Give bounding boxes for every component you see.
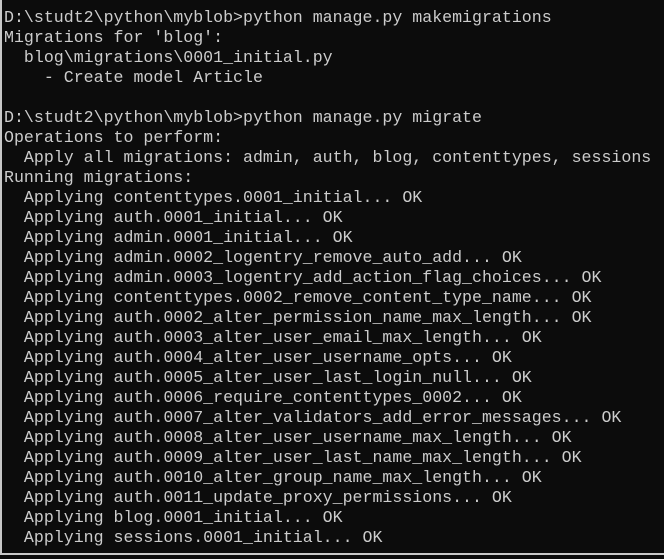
terminal-line: Applying auth.0009_alter_user_last_name_… — [4, 448, 582, 467]
terminal-line: Applying auth.0008_alter_user_username_m… — [4, 428, 572, 447]
terminal-line: D:\studt2\python\myblob>python manage.py… — [4, 8, 552, 27]
terminal-line: Applying admin.0003_logentry_add_action_… — [4, 268, 602, 287]
terminal-line: Apply all migrations: admin, auth, blog,… — [4, 148, 652, 167]
terminal-line: Applying contenttypes.0001_initial... OK — [4, 188, 423, 207]
terminal-line: Applying auth.0006_require_contenttypes_… — [4, 388, 522, 407]
terminal-line: Applying auth.0011_update_proxy_permissi… — [4, 488, 512, 507]
terminal-line: blog\migrations\0001_initial.py — [4, 48, 333, 67]
terminal-line: Applying admin.0002_logentry_remove_auto… — [4, 248, 522, 267]
terminal-line: Applying auth.0003_alter_user_email_max_… — [4, 328, 542, 347]
terminal-line: Applying auth.0004_alter_user_username_o… — [4, 348, 512, 367]
terminal-line: Applying auth.0010_alter_group_name_max_… — [4, 468, 542, 487]
terminal-line: Applying auth.0001_initial... OK — [4, 208, 343, 227]
terminal-line: Applying blog.0001_initial... OK — [4, 508, 343, 527]
terminal-line: D:\studt2\python\myblob>python manage.py… — [4, 108, 482, 127]
terminal-output[interactable]: D:\studt2\python\myblob>python manage.py… — [4, 8, 664, 548]
terminal-line: Running migrations: — [4, 168, 194, 187]
terminal-line: Operations to perform: — [4, 128, 224, 147]
terminal-line: Applying admin.0001_initial... OK — [4, 228, 353, 247]
terminal-line: Migrations for 'blog': — [4, 28, 224, 47]
terminal-line: - Create model Article — [4, 68, 263, 87]
terminal-line: Applying sessions.0001_initial... OK — [4, 528, 383, 547]
terminal-line: Applying auth.0002_alter_permission_name… — [4, 308, 592, 327]
terminal-line: Applying auth.0007_alter_validators_add_… — [4, 408, 622, 427]
terminal-line: Applying contenttypes.0002_remove_conten… — [4, 288, 592, 307]
terminal-window: D:\studt2\python\myblob>python manage.py… — [0, 0, 664, 555]
terminal-line: Applying auth.0005_alter_user_last_login… — [4, 368, 532, 387]
